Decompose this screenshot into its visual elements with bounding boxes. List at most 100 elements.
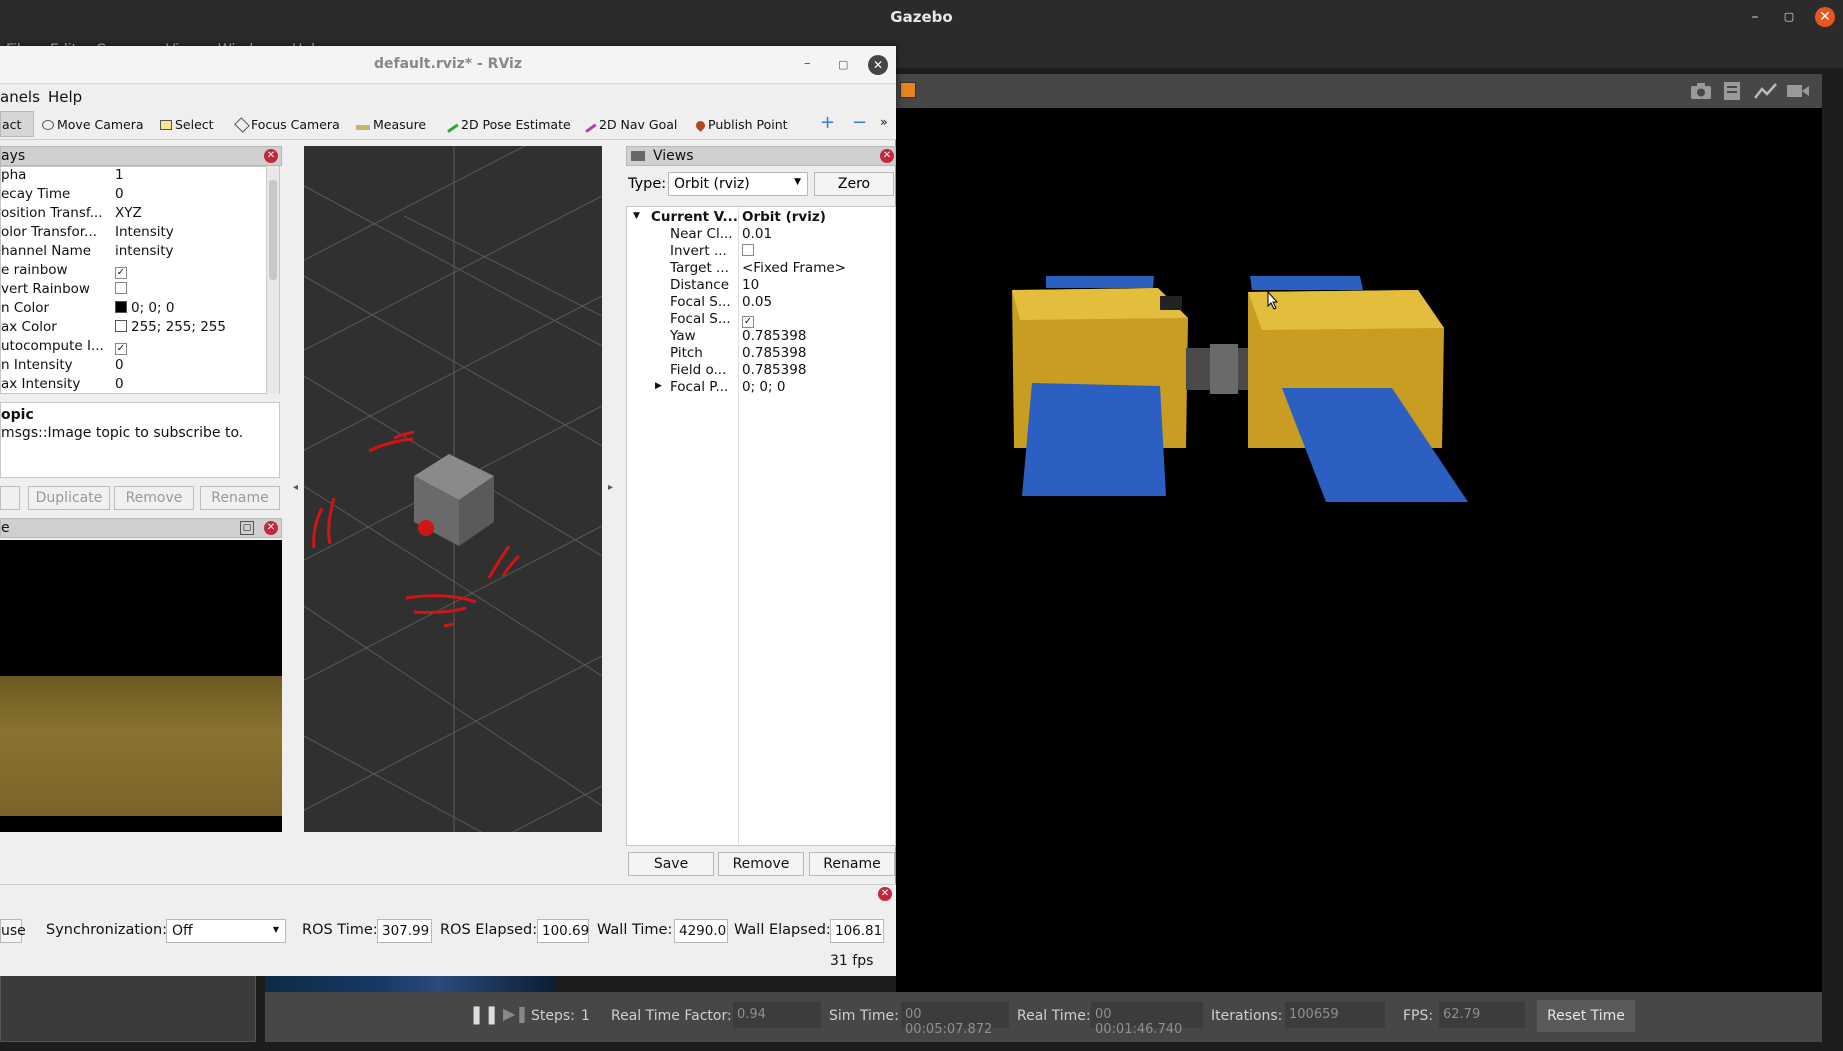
- view-property-value[interactable]: <Fixed Frame>: [742, 260, 846, 276]
- gazebo-3d-scene[interactable]: [896, 108, 1822, 992]
- menu-panels[interactable]: anels: [0, 88, 40, 106]
- property-value[interactable]: 0: [115, 376, 124, 392]
- publish-point-tool[interactable]: Publish Point: [694, 117, 788, 132]
- rtf-value: 0.94: [733, 1002, 821, 1028]
- video-icon[interactable]: [1786, 82, 1810, 100]
- property-value: 0; 0; 0: [131, 300, 175, 316]
- interact-tool[interactable]: act: [2, 117, 21, 132]
- save-view-button[interactable]: Save: [628, 852, 714, 876]
- step-icon[interactable]: ▶❚: [503, 1004, 529, 1023]
- steps-label: Steps:: [531, 1008, 575, 1024]
- reset-time-button[interactable]: Reset Time: [1537, 1000, 1635, 1032]
- ros-time-field[interactable]: 307.99: [377, 919, 432, 943]
- pause-icon[interactable]: ❚❚: [469, 1004, 499, 1025]
- wall-elapsed-field[interactable]: 106.81: [830, 919, 884, 943]
- zero-button[interactable]: Zero: [814, 172, 894, 196]
- close-panel-icon[interactable]: ✕: [880, 149, 894, 163]
- shape-tool-icon[interactable]: [900, 82, 916, 98]
- invert-rainbow-checkbox[interactable]: [115, 282, 127, 294]
- property-value[interactable]: 1: [115, 167, 124, 183]
- select-tool[interactable]: Select: [160, 117, 214, 132]
- steps-value[interactable]: 1: [581, 1008, 590, 1024]
- rviz-toolbar: act Move Camera Select Focus Camera Meas…: [0, 108, 896, 140]
- property-key: ecay Time: [1, 186, 71, 202]
- rename-view-button[interactable]: Rename: [809, 852, 895, 876]
- property-key: osition Transf...: [1, 205, 103, 221]
- close-panel-icon[interactable]: ✕: [264, 149, 278, 163]
- rviz-menubar: anels Help: [0, 84, 896, 108]
- duplicate-button[interactable]: Duplicate: [28, 486, 110, 510]
- max-color-swatch[interactable]: [115, 320, 127, 332]
- gazebo-titlebar: Gazebo – ▢ ✕: [0, 0, 1843, 34]
- remove-display-button[interactable]: Remove: [114, 486, 194, 510]
- displays-properties: pha 1 ecay Time 0 osition Transf... XYZ olo…: [0, 166, 280, 394]
- nav-goal-tool[interactable]: 2D Nav Goal: [583, 117, 677, 133]
- property-value[interactable]: 0: [115, 357, 124, 373]
- rainbow-checkbox[interactable]: ✓: [115, 267, 127, 279]
- wall-time-field[interactable]: 4290.07: [674, 919, 728, 943]
- rviz-maximize-button[interactable]: ▢: [838, 58, 848, 71]
- sync-select[interactable]: Off ▼: [166, 919, 286, 943]
- minimize-button[interactable]: –: [1744, 6, 1766, 28]
- property-value[interactable]: XYZ: [115, 205, 142, 221]
- rviz-window: default.rviz* - RViz – ▢ ✕ anels Help ac…: [0, 46, 896, 976]
- rviz-close-button[interactable]: ✕: [868, 55, 888, 75]
- ros-elapsed-field[interactable]: 100.69: [537, 919, 589, 943]
- rename-display-button[interactable]: Rename: [200, 486, 280, 510]
- camera-icon[interactable]: [1690, 82, 1712, 100]
- undock-icon[interactable]: ▢: [240, 521, 254, 535]
- add-tool-icon[interactable]: +: [820, 112, 835, 133]
- expand-arrow-icon[interactable]: ▶: [655, 381, 662, 391]
- property-key: e rainbow: [1, 262, 68, 278]
- properties-scrollbar[interactable]: [266, 166, 279, 394]
- view-property-value[interactable]: 0.785398: [742, 345, 806, 361]
- view-property-value[interactable]: 0.785398: [742, 362, 806, 378]
- property-key: ax Color: [1, 319, 57, 335]
- solar-panel-back-right: [1250, 276, 1363, 290]
- view-property-value[interactable]: 10: [742, 277, 759, 293]
- collapse-left-icon[interactable]: ◂: [293, 482, 298, 493]
- remove-tool-icon[interactable]: −: [852, 112, 867, 133]
- move-camera-label: Move Camera: [57, 117, 144, 132]
- views-panel-header: Views ✕: [626, 146, 896, 166]
- autocompute-checkbox[interactable]: ✓: [115, 343, 127, 355]
- focus-camera-label: Focus Camera: [251, 117, 340, 132]
- property-value[interactable]: 0: [115, 186, 124, 202]
- measure-tool[interactable]: Measure: [356, 117, 426, 132]
- log-icon[interactable]: [1722, 80, 1742, 102]
- camera-image-content: [0, 676, 282, 816]
- fps-readout: 31 fps: [830, 953, 874, 969]
- maximize-button[interactable]: ▢: [1778, 6, 1800, 28]
- rviz-3d-view[interactable]: [304, 146, 602, 832]
- close-panel-icon[interactable]: ✕: [264, 521, 278, 535]
- rviz-minimize-button[interactable]: –: [804, 56, 811, 71]
- focus-camera-tool[interactable]: Focus Camera: [234, 117, 340, 133]
- close-panel-icon[interactable]: ✕: [878, 887, 892, 901]
- view-property-value[interactable]: 0.01: [742, 226, 772, 242]
- grid-and-scan: [304, 146, 602, 832]
- view-property-value[interactable]: 0; 0; 0: [742, 379, 785, 395]
- view-property-value[interactable]: 0.05: [742, 294, 772, 310]
- close-button[interactable]: ✕: [1815, 7, 1835, 27]
- view-property-value[interactable]: 0.785398: [742, 328, 806, 344]
- wall-time-label: Wall Time:: [597, 922, 673, 938]
- collapse-right-icon[interactable]: ▸: [608, 482, 613, 493]
- fps-value: 62.79: [1439, 1002, 1525, 1028]
- expand-arrow-icon[interactable]: ▼: [633, 211, 640, 221]
- property-value[interactable]: intensity: [115, 243, 174, 259]
- remove-view-button[interactable]: Remove: [718, 852, 804, 876]
- more-tools-icon[interactable]: »: [880, 114, 888, 129]
- pause-button[interactable]: use: [0, 919, 26, 943]
- pose-estimate-tool[interactable]: 2D Pose Estimate: [445, 117, 571, 133]
- plot-icon[interactable]: [1754, 82, 1778, 100]
- move-camera-tool[interactable]: Move Camera: [42, 117, 144, 132]
- min-color-swatch[interactable]: [115, 301, 127, 313]
- focal-shape-checkbox[interactable]: ✓: [742, 316, 754, 328]
- view-type-select[interactable]: Orbit (rviz) ▼: [668, 172, 808, 196]
- menu-help[interactable]: Help: [48, 88, 82, 106]
- add-display-button[interactable]: [0, 486, 20, 510]
- rviz-titlebar: default.rviz* - RViz – ▢ ✕: [0, 46, 896, 84]
- invert-checkbox[interactable]: [742, 244, 754, 256]
- fps-label: FPS:: [1403, 1008, 1434, 1024]
- property-value[interactable]: Intensity: [115, 224, 174, 240]
